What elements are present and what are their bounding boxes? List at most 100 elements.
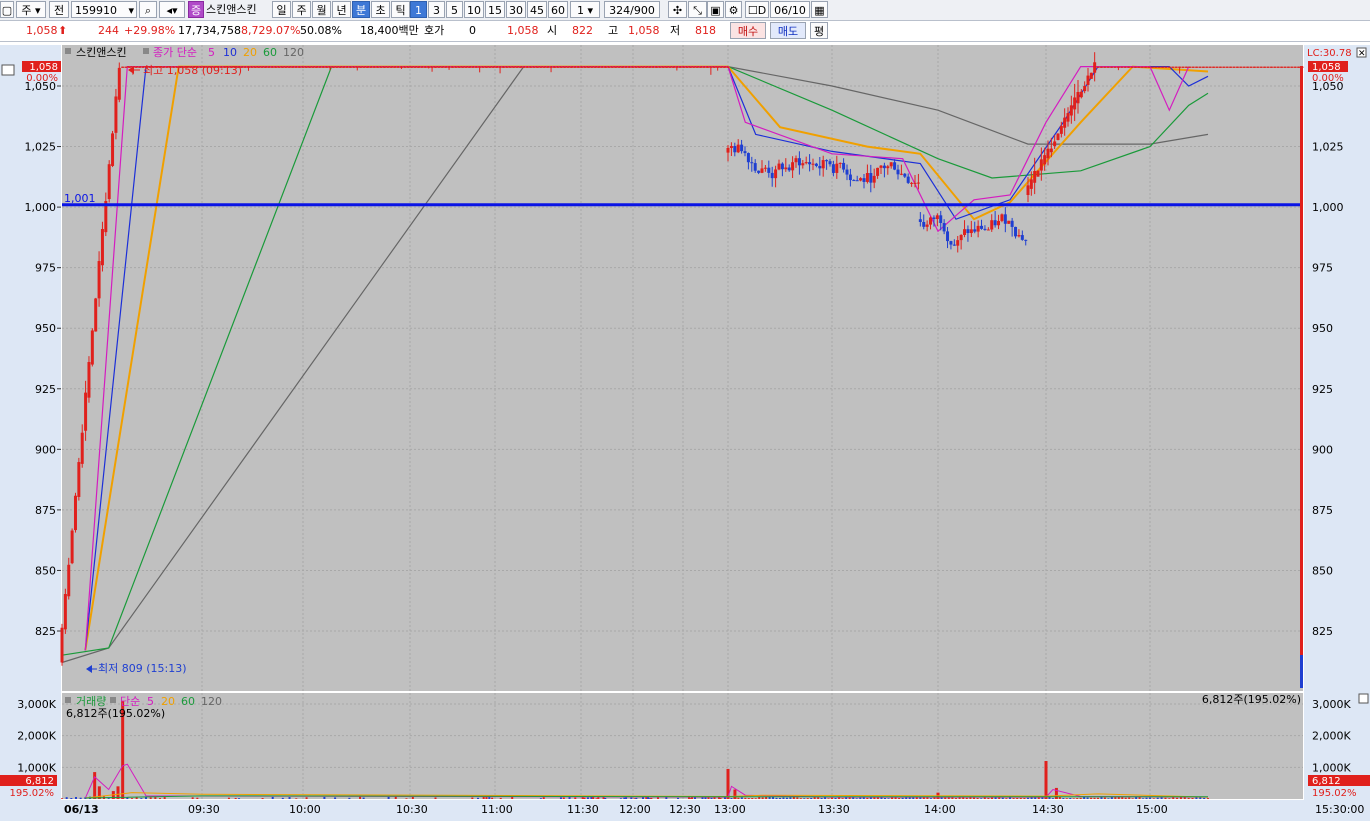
d-label: D bbox=[757, 4, 767, 17]
candle bbox=[1201, 66, 1205, 68]
crosshair-icon[interactable]: ✣ bbox=[668, 1, 687, 18]
calendar-icon[interactable]: ▦ bbox=[811, 1, 828, 18]
avg-button[interactable]: 평 bbox=[810, 22, 828, 39]
y-tick-label-right: 875 bbox=[1312, 504, 1333, 517]
volume-bar bbox=[97, 786, 101, 799]
interval-45[interactable]: 45 bbox=[527, 1, 547, 18]
candle bbox=[910, 182, 914, 184]
period-month[interactable]: 월 bbox=[312, 1, 331, 18]
market-select[interactable]: 주 ▾ bbox=[16, 1, 46, 18]
candle bbox=[942, 222, 946, 232]
candle bbox=[413, 66, 417, 68]
volume-bar bbox=[983, 797, 986, 799]
volume-bar bbox=[775, 797, 778, 799]
volume-bar bbox=[227, 797, 230, 799]
candle bbox=[852, 180, 856, 182]
speaker-icon[interactable]: ◂▾ bbox=[159, 1, 185, 18]
candle bbox=[763, 167, 767, 169]
candle bbox=[753, 163, 757, 171]
search-icon[interactable]: ⌕ bbox=[139, 1, 157, 18]
candle bbox=[976, 225, 980, 232]
candle bbox=[770, 172, 774, 179]
candle bbox=[1218, 66, 1222, 68]
save-icon[interactable]: ▣ bbox=[707, 1, 724, 18]
step-select[interactable]: 1 ▾ bbox=[570, 1, 600, 18]
window-icon[interactable]: ▢ bbox=[0, 1, 14, 18]
volume-bar bbox=[1079, 797, 1082, 799]
volume-bar bbox=[1069, 797, 1072, 799]
candle bbox=[835, 163, 839, 173]
period-week[interactable]: 주 bbox=[292, 1, 311, 18]
volume-bar bbox=[1001, 797, 1004, 799]
interval-1[interactable]: 1 bbox=[410, 1, 427, 18]
interval-15[interactable]: 15 bbox=[485, 1, 505, 18]
close-panel-icon[interactable] bbox=[1358, 693, 1369, 704]
candle bbox=[1079, 91, 1083, 98]
interval-60[interactable]: 60 bbox=[548, 1, 568, 18]
candle bbox=[427, 66, 431, 68]
period-tick[interactable]: 틱 bbox=[391, 1, 410, 18]
interval-10[interactable]: 10 bbox=[464, 1, 484, 18]
candle bbox=[291, 66, 295, 68]
trade-amount: 18,400백만 bbox=[360, 24, 419, 37]
volume-bar bbox=[1107, 798, 1110, 799]
candle bbox=[338, 66, 342, 68]
volume-bar bbox=[625, 797, 628, 799]
chart-svg[interactable]: 825 825 850 850 875 875 900 900 925 925 950 950 975 9… bbox=[0, 42, 1370, 821]
prev-button[interactable]: 전 bbox=[49, 1, 69, 18]
chart-area: 825 825 850 850 875 875 900 900 925 925 950 950 975 9… bbox=[0, 42, 1370, 821]
draw-line-icon[interactable]: ⤡ bbox=[688, 1, 707, 18]
candle bbox=[576, 66, 580, 68]
menu-icon[interactable] bbox=[1, 64, 15, 76]
candle bbox=[729, 146, 733, 148]
volume-bar bbox=[980, 798, 983, 799]
period-year[interactable]: 년 bbox=[332, 1, 351, 18]
y-tick-label-left: 875 bbox=[35, 504, 56, 517]
count-input[interactable]: 324/900 bbox=[604, 1, 660, 18]
candle bbox=[654, 66, 658, 68]
candle bbox=[257, 66, 261, 68]
period-minute[interactable]: 분 bbox=[352, 1, 370, 18]
volume-bar bbox=[238, 798, 241, 799]
volume-bar bbox=[1191, 798, 1194, 799]
quote-bar: 1,058 ⬆ 244 +29.98% 17,734,758 8,729.07%… bbox=[0, 21, 1370, 42]
candle bbox=[929, 217, 933, 225]
interval-5[interactable]: 5 bbox=[446, 1, 463, 18]
volume-bar bbox=[803, 798, 806, 799]
volume-bar bbox=[813, 797, 816, 799]
interval-3[interactable]: 3 bbox=[428, 1, 445, 18]
candle bbox=[372, 66, 376, 68]
volume-bar bbox=[477, 797, 479, 799]
candle bbox=[1290, 66, 1294, 68]
candle bbox=[719, 66, 723, 68]
volume-bar bbox=[348, 797, 351, 799]
buy-button[interactable]: 매수 bbox=[730, 22, 766, 39]
candle bbox=[692, 66, 696, 68]
candle bbox=[127, 66, 131, 68]
d-checkbox[interactable]: ☐D bbox=[745, 1, 769, 18]
sell-button[interactable]: 매도 bbox=[770, 22, 806, 39]
period-second[interactable]: 초 bbox=[371, 1, 390, 18]
candle bbox=[406, 66, 410, 68]
right-scale-bar bbox=[1300, 66, 1303, 688]
x-tick-label: 09:30 bbox=[188, 803, 220, 816]
candle bbox=[1195, 66, 1199, 68]
candle bbox=[80, 432, 84, 464]
candle bbox=[726, 66, 730, 68]
candle bbox=[1229, 66, 1233, 68]
code-input[interactable]: 159910 ▾ bbox=[71, 1, 137, 18]
candle bbox=[925, 224, 929, 227]
volume-bar bbox=[976, 797, 979, 799]
candle bbox=[918, 219, 922, 222]
volume-bar bbox=[562, 797, 565, 799]
date-input[interactable]: 06/10 bbox=[770, 1, 810, 18]
volume-bar bbox=[737, 797, 740, 799]
candle bbox=[60, 627, 64, 663]
gear-icon[interactable]: ⚙ bbox=[725, 1, 742, 18]
period-day[interactable]: 일 bbox=[272, 1, 291, 18]
volume-bar bbox=[1207, 798, 1209, 799]
volume-bar bbox=[405, 798, 408, 799]
close-icon[interactable]: ✕ bbox=[1358, 49, 1366, 59]
candle bbox=[1242, 66, 1246, 68]
interval-30[interactable]: 30 bbox=[506, 1, 526, 18]
